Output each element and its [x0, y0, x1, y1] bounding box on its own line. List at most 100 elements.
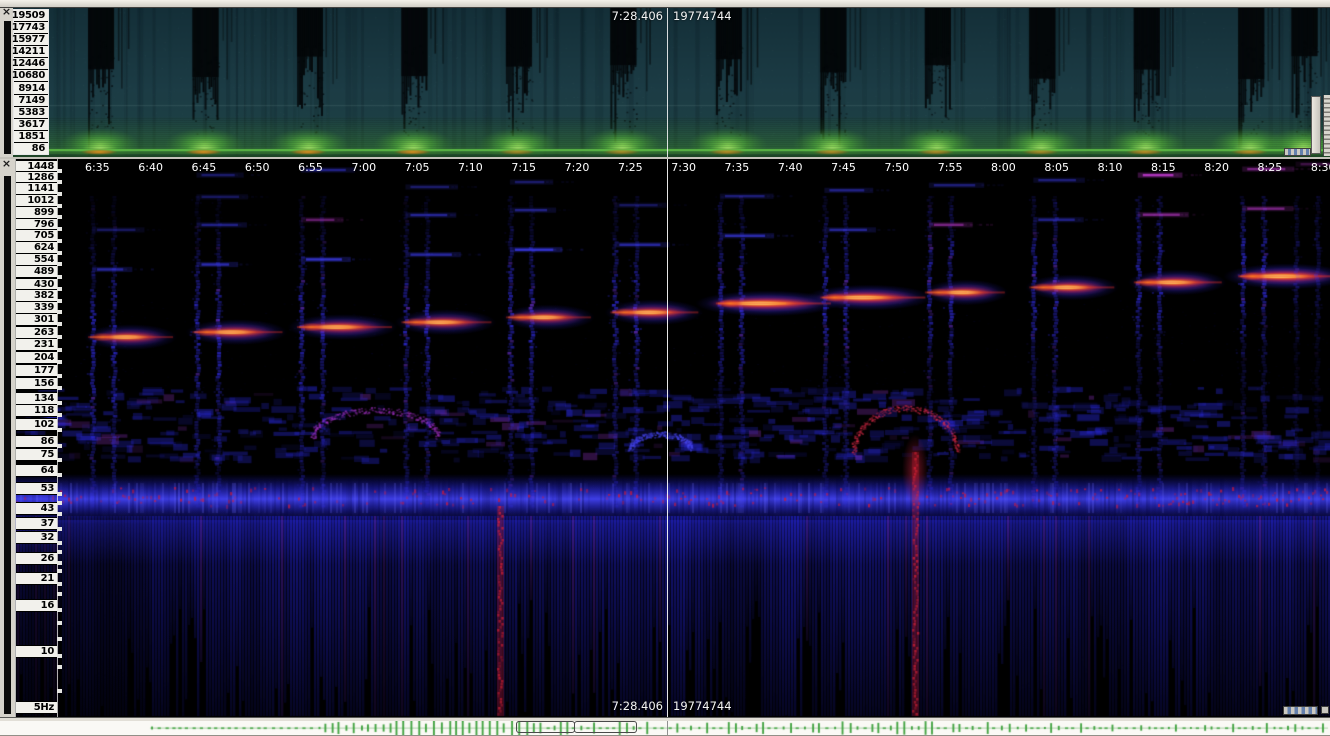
time-tick-label: 7:35	[725, 161, 750, 174]
freq-tick-mark	[57, 569, 62, 573]
main-freq-label: 204	[16, 351, 57, 364]
freq-tick-mark	[57, 215, 62, 219]
top-chrome-bar	[0, 0, 1330, 8]
freq-tick-mark	[57, 592, 62, 596]
time-tick-label: 8:20	[1204, 161, 1229, 174]
freq-tick-mark	[57, 192, 62, 196]
freq-tick-mark	[57, 386, 62, 390]
spectrogram-analyzer-window: × × 195091774315977142111244610680891471…	[0, 0, 1330, 736]
time-tick-label: 6:55	[298, 161, 323, 174]
freq-tick-mark	[57, 251, 62, 255]
time-tick-label: 8:00	[991, 161, 1016, 174]
freq-tick-mark	[57, 401, 62, 405]
freq-tick-mark	[57, 322, 62, 326]
freq-tick-mark	[57, 541, 62, 545]
time-tick-label: 7:30	[671, 161, 696, 174]
freq-tick-mark	[57, 689, 62, 693]
bottom-divider	[0, 717, 1330, 721]
freq-tick-mark	[57, 180, 62, 184]
time-tick-label: 8:30	[1311, 161, 1330, 174]
main-freq-label: 554	[16, 253, 57, 266]
overview-freq-label: 5383	[14, 107, 48, 119]
time-tick-label: 7:10	[458, 161, 483, 174]
main-freq-label: 16	[16, 599, 57, 612]
freq-tick-mark	[57, 527, 62, 531]
freq-tick-mark	[57, 169, 62, 173]
main-freq-label: 156	[16, 377, 57, 390]
main-freq-label: 177	[16, 364, 57, 377]
time-tick-label: 7:40	[778, 161, 803, 174]
time-tick-label: 7:25	[618, 161, 643, 174]
time-tick-label: 6:35	[85, 161, 110, 174]
main-freq-label: 134	[16, 392, 57, 405]
freq-tick-mark	[57, 239, 62, 243]
freq-tick-mark	[57, 492, 62, 496]
freq-tick-mark	[57, 287, 62, 291]
main-cursor-time: 7:28.406	[612, 699, 663, 713]
overview-pan-bar[interactable]	[1284, 148, 1311, 156]
main-freq-label: 118	[16, 404, 57, 417]
time-tick-label: 7:00	[351, 161, 376, 174]
main-freq-label: 21	[16, 572, 57, 585]
freq-tick-mark	[57, 360, 62, 364]
waveform-strip-canvas[interactable]	[0, 721, 1330, 735]
time-tick-label: 7:15	[511, 161, 536, 174]
overview-freq-label: 86	[14, 143, 48, 154]
cursor-line-overview	[667, 8, 668, 157]
main-freq-label: 231	[16, 338, 57, 351]
main-freq-label: 263	[16, 326, 57, 339]
main-close-icon[interactable]: ×	[1, 159, 12, 170]
freq-tick-mark	[57, 608, 62, 612]
overview-zoom-ruler[interactable]	[1323, 95, 1330, 156]
main-freq-label: 26	[16, 552, 57, 565]
main-freq-label: 43	[16, 502, 57, 515]
time-tick-label: 6:45	[192, 161, 217, 174]
overview-panel: 1950917743159771421112446106808914714953…	[0, 8, 1330, 157]
freq-tick-mark	[57, 621, 62, 625]
freq-tick-mark	[57, 374, 62, 378]
freq-tick-mark	[57, 501, 62, 505]
main-pan-bar[interactable]	[1283, 706, 1318, 715]
main-pan-button[interactable]	[1321, 706, 1329, 714]
overview-vertical-scrollbar[interactable]	[1311, 96, 1321, 154]
overview-freq-label: 3617	[14, 119, 48, 131]
time-tick-label: 7:55	[938, 161, 963, 174]
time-tick-label: 8:15	[1151, 161, 1176, 174]
waveform-selection-left[interactable]	[516, 721, 575, 733]
overview-freq-label: 14211	[14, 46, 48, 58]
overview-cursor-sample: 19774744	[673, 9, 732, 23]
freq-tick-mark	[57, 473, 62, 477]
time-tick-label: 6:50	[245, 161, 270, 174]
time-tick-label: 8:05	[1044, 161, 1069, 174]
overview-freq-label: 1851	[14, 131, 48, 143]
main-freq-label: 301	[16, 313, 57, 326]
main-frequency-scale: 1448128611411012899796705624554489430382…	[15, 159, 58, 717]
waveform-selection-right[interactable]	[574, 721, 637, 733]
main-freq-label: 86	[16, 435, 57, 448]
overview-close-icon[interactable]: ×	[1, 7, 12, 18]
overview-freq-label: 10680	[14, 70, 48, 82]
freq-tick-mark	[57, 348, 62, 352]
freq-tick-mark	[57, 299, 62, 303]
time-tick-label: 8:10	[1098, 161, 1123, 174]
freq-tick-mark	[57, 262, 62, 266]
main-freq-label: 10	[16, 645, 57, 658]
main-freq-label: 489	[16, 265, 57, 278]
time-tick-label: 8:25	[1258, 161, 1283, 174]
main-freq-label: 37	[16, 517, 57, 530]
overview-freq-label: 8914	[14, 82, 48, 94]
freq-tick-mark	[57, 512, 62, 516]
cursor-line-main	[667, 159, 668, 717]
overview-freq-label: 15977	[14, 34, 48, 46]
freq-tick-mark	[57, 654, 62, 658]
time-tick-label: 7:20	[565, 161, 590, 174]
overview-freq-label: 17743	[14, 22, 48, 34]
overview-frequency-scale: 1950917743159771421112446106808914714953…	[13, 9, 49, 155]
freq-tick-mark	[57, 227, 62, 231]
main-freq-label: 64	[16, 464, 57, 477]
freq-tick-mark	[57, 561, 62, 565]
overview-freq-label: 7149	[14, 95, 48, 107]
overview-freq-label: 19509	[14, 10, 48, 22]
time-tick-label: 7:45	[831, 161, 856, 174]
main-freq-label: 32	[16, 531, 57, 544]
